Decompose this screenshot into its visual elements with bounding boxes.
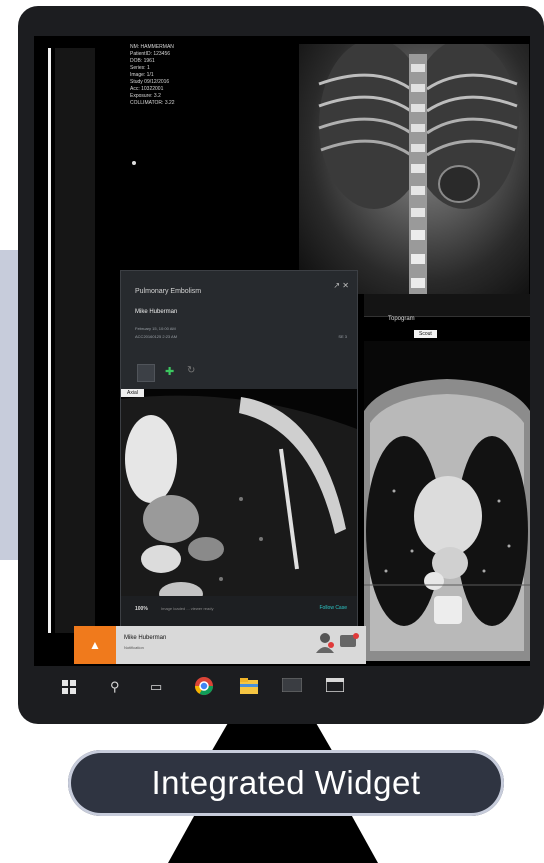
rotate-tool-icon[interactable]: ↻ xyxy=(187,365,195,376)
axial-ct-image[interactable] xyxy=(364,341,530,661)
windows-taskbar: ⚲ ▭ xyxy=(34,666,530,708)
dicom-line: Image: 1/1 xyxy=(130,72,154,78)
widget-image-label: Axial xyxy=(121,389,144,397)
notification-bar[interactable]: ▲ Mike Huberman Notification xyxy=(74,626,366,664)
xray-image[interactable] xyxy=(299,44,529,294)
dicom-line: PatientID: 123456 xyxy=(130,51,171,57)
xray-spine-drawing xyxy=(318,44,519,294)
axial-ct-drawing xyxy=(364,379,530,661)
chrome-icon[interactable] xyxy=(194,676,214,699)
dicom-line: Exposure: 3.2 xyxy=(130,93,161,99)
message-icon[interactable] xyxy=(336,631,362,657)
windows-start-icon[interactable] xyxy=(62,680,76,697)
doctor-icon-shape xyxy=(316,633,334,653)
integrated-widget[interactable]: Pulmonary Embolism ↗ ✕ Mike Huberman Feb… xyxy=(120,270,358,627)
ct-panel-header xyxy=(364,294,530,317)
monitor-stand-base xyxy=(168,810,378,863)
caption-text: Integrated Widget xyxy=(151,764,421,801)
doctor-icon[interactable] xyxy=(312,631,338,657)
window-shape xyxy=(325,677,345,693)
dicom-line: Study 09/12/2016 xyxy=(130,79,170,85)
widget-zoom-level: 100% xyxy=(135,606,148,612)
widget-study-date: February 15, 10:00 AM xyxy=(135,326,176,331)
add-tool-icon[interactable]: ✚ xyxy=(165,365,174,378)
folder-shape xyxy=(240,678,258,694)
widget-accession: ACC20160125 2:23 AM xyxy=(135,334,178,339)
caption-pill: Integrated Widget xyxy=(68,750,504,816)
widget-ct-image[interactable]: Axial xyxy=(121,389,357,617)
chrome-logo-shape xyxy=(195,677,213,696)
widget-footer: 100% Image loaded ... viewer ready Follo… xyxy=(121,596,357,626)
notification-badge-icon: ▲ xyxy=(74,626,116,664)
dicom-line: NM: HAMMERMAN xyxy=(130,44,174,50)
overlay-marker xyxy=(132,161,136,165)
search-icon[interactable]: ⚲ xyxy=(110,680,120,694)
monitor-screen: NM: HAMMERMAN PatientID: 123456 DOB: 196… xyxy=(34,36,530,666)
notification-subtitle: Notification xyxy=(124,645,144,650)
message-icon-shape xyxy=(340,633,359,647)
ct-image-label: Scout xyxy=(414,330,437,338)
dicom-line: COLLIMATOR: 3.22 xyxy=(130,100,175,106)
window-icon[interactable] xyxy=(325,677,345,695)
viewer-left-edge xyxy=(48,48,51,633)
task-view-icon[interactable]: ▭ xyxy=(150,680,162,694)
widget-series-label: SE 3 xyxy=(338,334,347,339)
app-shape xyxy=(281,677,303,693)
layout-tool-icon[interactable] xyxy=(137,364,155,382)
widget-title: Pulmonary Embolism xyxy=(135,288,202,295)
dicom-line: DOB: 1961 xyxy=(130,58,155,64)
viewer-left-panel xyxy=(55,48,95,633)
windows-logo-shape xyxy=(62,680,76,694)
follow-case-button[interactable]: Follow Case xyxy=(319,605,347,611)
dicom-line: Series: 1 xyxy=(130,65,150,71)
widget-status-text: Image loaded ... viewer ready xyxy=(161,606,214,611)
app-icon[interactable] xyxy=(281,677,303,695)
widget-ct-drawing xyxy=(121,395,357,617)
widget-window-controls-icon[interactable]: ↗ ✕ xyxy=(333,281,349,290)
dicom-overlay: NM: HAMMERMAN PatientID: 123456 DOB: 196… xyxy=(130,44,175,107)
notification-patient-name: Mike Huberman xyxy=(124,635,167,641)
dicom-line: Acc: 10322001 xyxy=(130,86,164,92)
ct-tab-topogram[interactable]: Topogram xyxy=(388,316,415,322)
widget-patient-name: Mike Huberman xyxy=(135,309,178,315)
file-explorer-icon[interactable] xyxy=(240,678,258,697)
